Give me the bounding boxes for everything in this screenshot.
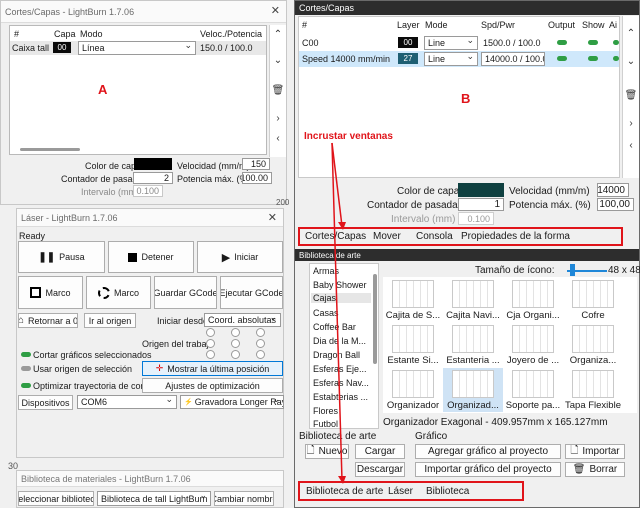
arrow-to-bottom-tabs [331, 142, 343, 481]
screen: Cortes/Capas - LightBurn 1.7.06 ✕ # Capa… [0, 0, 640, 508]
arrowhead-bottom [338, 476, 346, 484]
annotation-arrows [331, 142, 346, 484]
arrowhead-tabs [338, 222, 346, 230]
